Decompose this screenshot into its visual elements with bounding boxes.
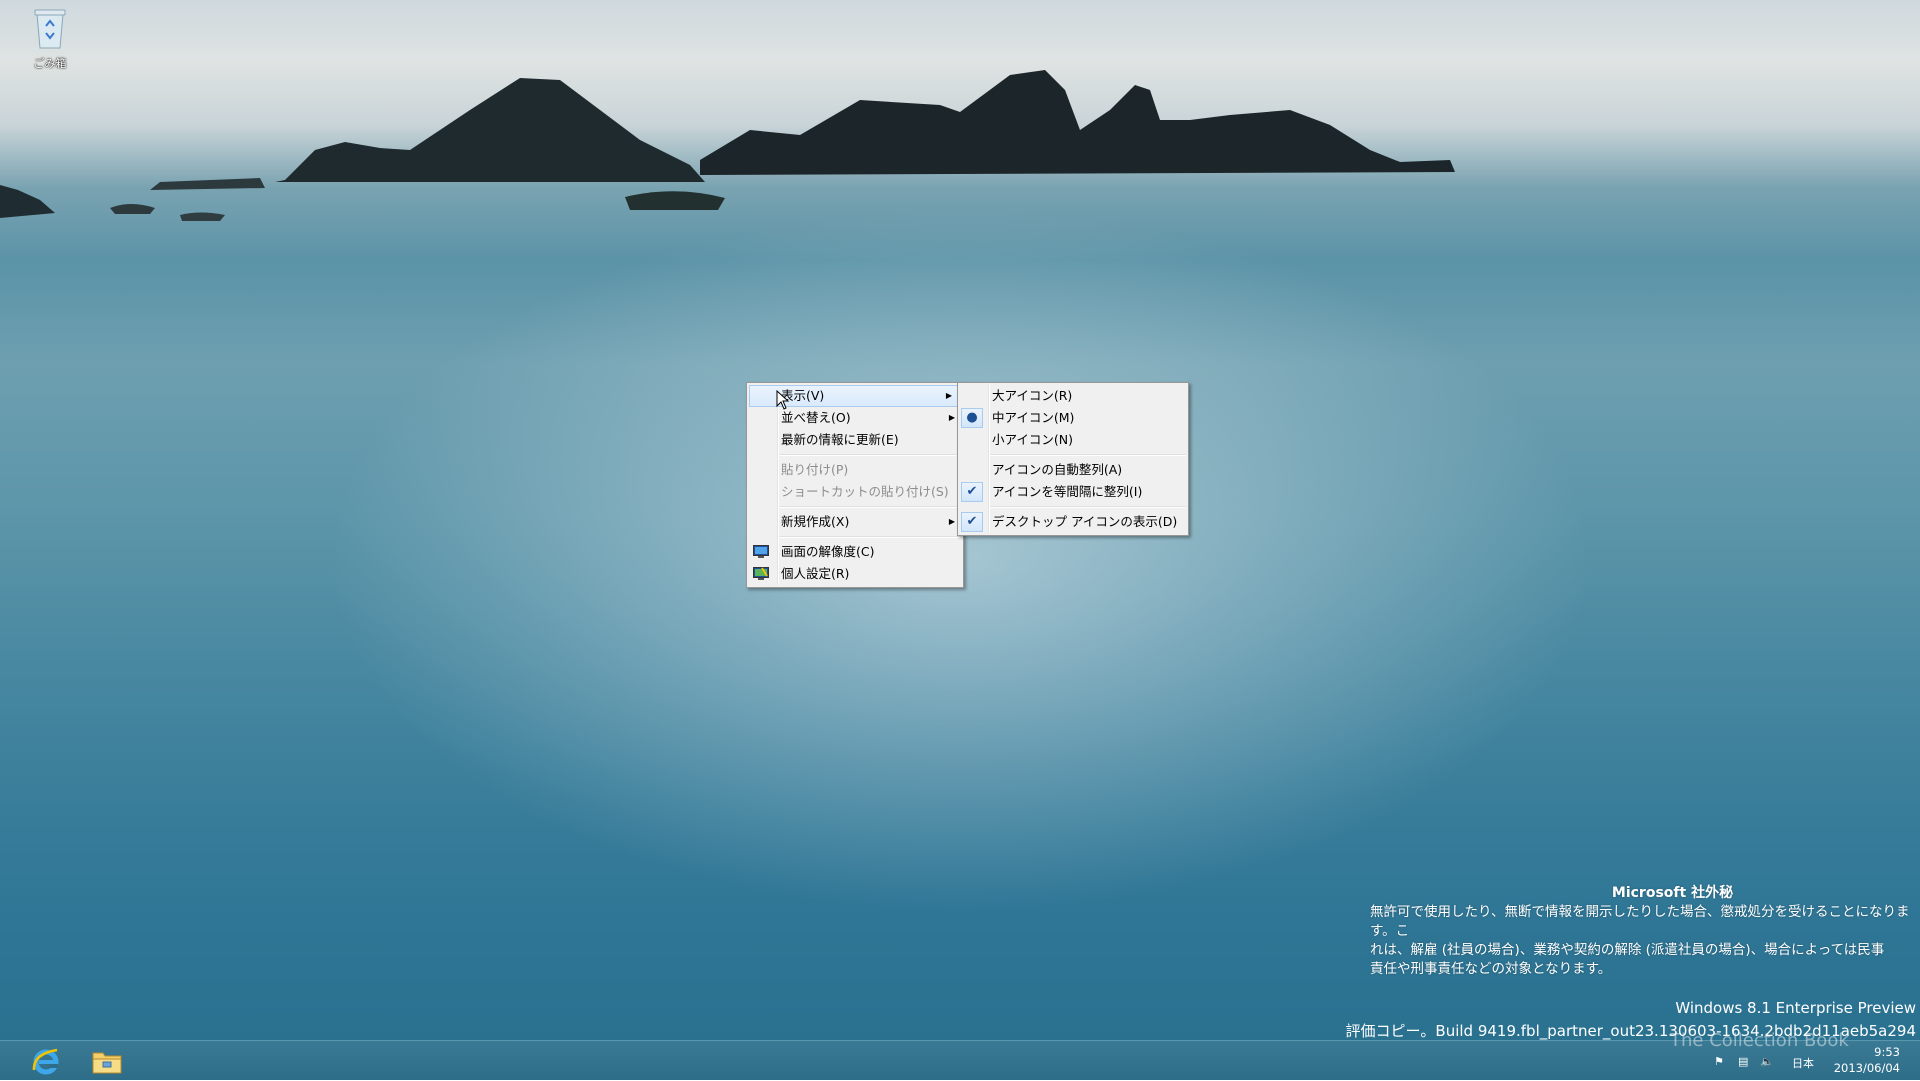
checkmark-icon: ✔ <box>961 512 983 532</box>
menu-item-label: 大アイコン(R) <box>992 388 1073 403</box>
checkmark-icon: ✔ <box>961 482 983 502</box>
notice-line-1: 無許可で使用したり、無断で情報を開示したりした場合、懲戒処分を受けることになりま… <box>1370 904 1910 939</box>
menu-item-sort-by[interactable]: 並べ替え(O) ▶ <box>747 407 963 429</box>
recycle-bin-icon <box>34 9 66 49</box>
view-submenu: 大アイコン(R) ● 中アイコン(M) 小アイコン(N) アイコンの自動整列(A… <box>957 382 1189 536</box>
folder-icon <box>92 1052 122 1074</box>
taskbar: ⚑ ▤ 🔈 日本 9:53 2013/06/04 <box>0 1040 1920 1080</box>
personalize-icon <box>753 567 769 580</box>
menu-item-paste[interactable]: 貼り付け(P) <box>747 459 963 481</box>
submenu-arrow-icon: ▶ <box>948 517 955 526</box>
menu-item-label: 個人設定(R) <box>781 566 850 581</box>
submenu-arrow-icon: ▶ <box>948 413 955 422</box>
menu-item-label: 並べ替え(O) <box>781 410 851 425</box>
confidential-notice: Microsoft 社外秘 無許可で使用したり、無断で情報を開示したりした場合、… <box>1370 884 1915 979</box>
notice-line-2: れは、解雇 (社員の場合)、業務や契約の解除 (派遣社員の場合)、場合によっては… <box>1370 942 1885 958</box>
menu-item-label: アイコンを等間隔に整列(I) <box>992 484 1143 499</box>
display-icon <box>753 545 769 558</box>
menu-item-label: 最新の情報に更新(E) <box>781 432 899 447</box>
submenu-item-large-icons[interactable]: 大アイコン(R) <box>958 385 1188 407</box>
menu-item-paste-shortcut[interactable]: ショートカットの貼り付け(S) <box>747 481 963 503</box>
internet-explorer-icon <box>32 1048 59 1075</box>
menu-item-refresh[interactable]: 最新の情報に更新(E) <box>747 429 963 451</box>
notice-line-3: 責任や刑事責任などの対象となります。 <box>1370 961 1612 977</box>
internet-explorer-button[interactable] <box>24 1043 68 1079</box>
network-icon[interactable]: ▤ <box>1738 1055 1748 1068</box>
submenu-item-medium-icons[interactable]: ● 中アイコン(M) <box>958 407 1188 429</box>
menu-separator <box>779 454 961 456</box>
menu-separator <box>990 454 1186 456</box>
menu-item-screen-resolution[interactable]: 画面の解像度(C) <box>747 541 963 563</box>
submenu-item-small-icons[interactable]: 小アイコン(N) <box>958 429 1188 451</box>
wallpaper-rocks <box>0 70 1455 221</box>
radio-bullet-icon: ● <box>961 408 983 428</box>
notice-heading: Microsoft 社外秘 <box>1611 885 1734 901</box>
overlay-watermark: The Collection Book <box>1670 1030 1849 1051</box>
submenu-item-auto-arrange[interactable]: アイコンの自動整列(A) <box>958 459 1188 481</box>
menu-item-label: ショートカットの貼り付け(S) <box>781 484 949 499</box>
menu-item-label: デスクトップ アイコンの表示(D) <box>992 514 1178 529</box>
action-center-flag-icon[interactable]: ⚑ <box>1714 1055 1724 1068</box>
menu-separator <box>779 506 961 508</box>
menu-item-label: 貼り付け(P) <box>781 462 849 477</box>
submenu-item-show-desktop-icons[interactable]: ✔ デスクトップ アイコンの表示(D) <box>958 511 1188 533</box>
submenu-item-align-to-grid[interactable]: ✔ アイコンを等間隔に整列(I) <box>958 481 1188 503</box>
clock-date: 2013/06/04 <box>1833 1061 1900 1075</box>
file-explorer-button[interactable] <box>85 1043 129 1079</box>
menu-item-personalize[interactable]: 個人設定(R) <box>747 563 963 585</box>
menu-item-label: アイコンの自動整列(A) <box>992 462 1123 477</box>
ime-indicator[interactable]: 日本 <box>1792 1055 1814 1071</box>
menu-item-label: 中アイコン(M) <box>992 410 1075 425</box>
mouse-cursor-icon <box>776 390 790 410</box>
submenu-arrow-icon: ▶ <box>945 391 952 400</box>
menu-separator <box>990 506 1186 508</box>
menu-separator <box>779 536 961 538</box>
menu-item-label: 新規作成(X) <box>781 514 850 529</box>
recycle-bin-label: ごみ箱 <box>33 57 67 70</box>
menu-item-label: 画面の解像度(C) <box>781 544 875 559</box>
desktop-context-menu: 表示(V) ▶ 並べ替え(O) ▶ 最新の情報に更新(E) 貼り付け(P) ショ… <box>746 382 964 588</box>
volume-icon[interactable]: 🔈 <box>1760 1055 1774 1068</box>
menu-item-new[interactable]: 新規作成(X) ▶ <box>747 511 963 533</box>
recycle-bin[interactable]: ごみ箱 <box>18 6 82 71</box>
menu-item-label: 小アイコン(N) <box>992 432 1073 447</box>
edition-text: Windows 8.1 Enterprise Preview <box>1675 999 1916 1017</box>
